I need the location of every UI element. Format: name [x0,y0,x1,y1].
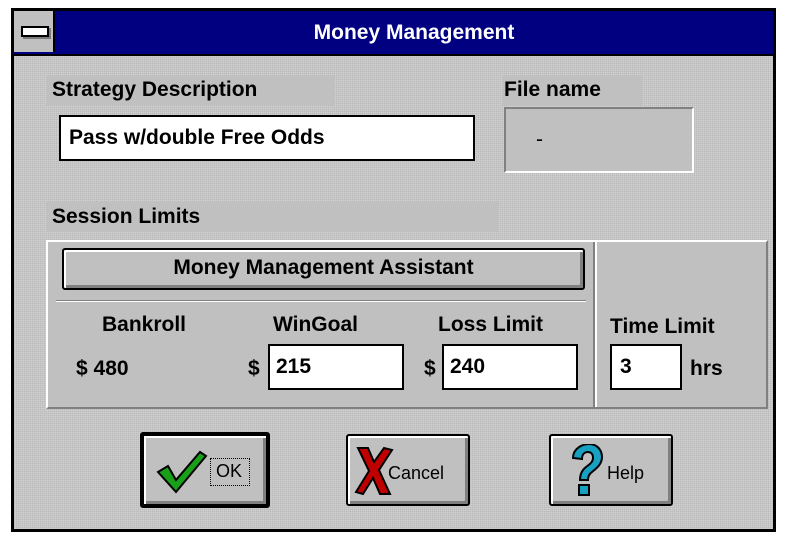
session-limits-label: Session Limits [46,202,498,232]
loss-limit-label: Loss Limit [438,313,544,336]
strategy-description-label: Strategy Description [46,75,334,105]
file-name-label: File name [502,75,642,105]
time-limit-input[interactable]: 3 [610,344,682,390]
ok-button[interactable]: OK [140,432,270,508]
help-button[interactable]: Help [549,434,673,506]
system-menu-button[interactable] [14,11,55,52]
title-bar: Money Management [14,11,773,56]
loss-limit-currency: $ [424,357,436,380]
question-mark-icon [571,444,603,496]
system-menu-icon [21,26,49,37]
panel-divider [593,242,597,407]
window-title: Money Management [313,21,515,44]
bankroll-value: $ 480 [76,357,129,380]
checkmark-icon [156,450,208,494]
bankroll-label: Bankroll [102,313,187,336]
wingoal-input[interactable]: 215 [268,344,404,390]
help-button-label: Help [607,463,645,483]
money-management-dialog: Money Management Strategy Description Pa… [11,8,776,532]
file-name-value: - [504,107,694,173]
money-management-assistant-button[interactable]: Money Management Assistant [62,248,585,290]
cancel-button-label: Cancel [388,463,445,483]
cancel-button[interactable]: Cancel [346,434,470,506]
time-limit-label: Time Limit [610,315,715,338]
wingoal-currency: $ [248,357,260,380]
ok-button-label: OK [216,461,243,481]
wingoal-label: WinGoal [273,313,358,336]
panel-separator [56,300,586,302]
strategy-description-input[interactable]: Pass w/double Free Odds [59,115,475,161]
time-limit-unit: hrs [690,357,723,380]
loss-limit-input[interactable]: 240 [442,344,578,390]
